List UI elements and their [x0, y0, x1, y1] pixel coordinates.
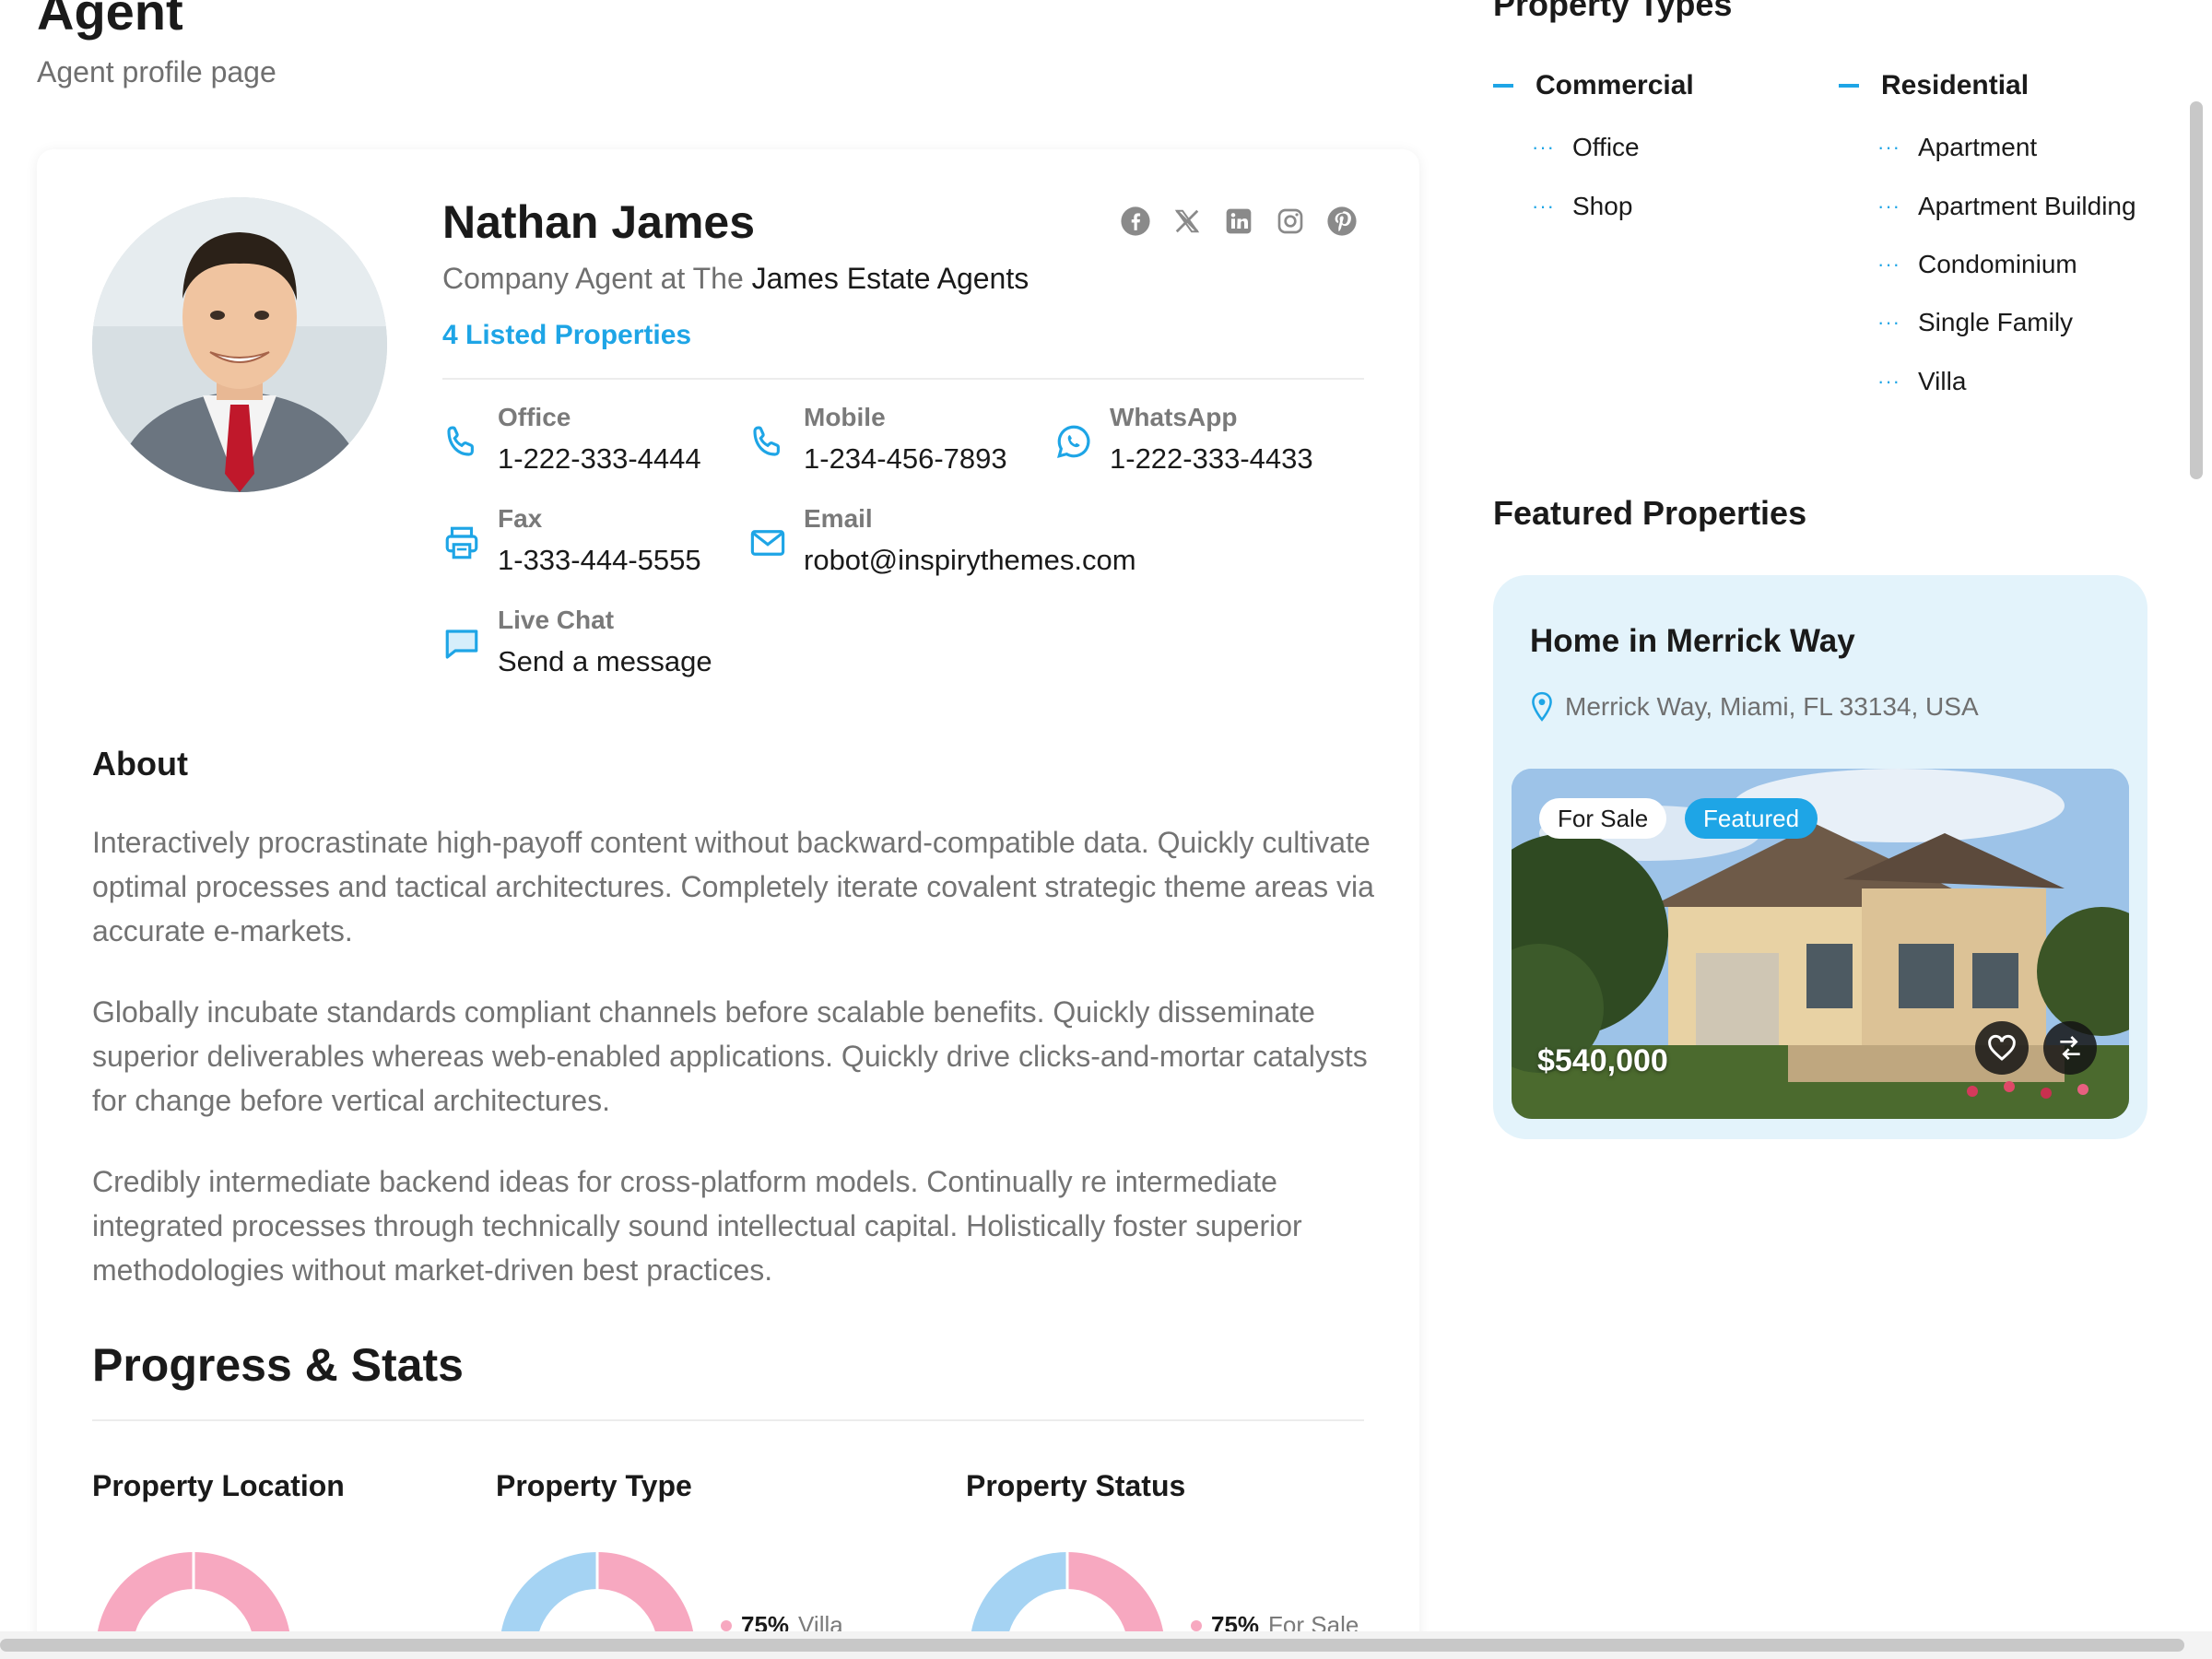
category-commercial[interactable]: Commercial — [1493, 70, 1694, 101]
dash-icon — [1493, 84, 1513, 88]
about-heading: About — [92, 745, 188, 782]
dots-icon: ··· — [1877, 194, 1900, 218]
dots-icon: ··· — [1877, 370, 1900, 393]
contact-fax-value: 1-333-444-5555 — [498, 543, 701, 576]
type-donut-chart — [500, 1552, 695, 1641]
featured-heading: Featured Properties — [1493, 494, 1807, 532]
dots-icon: ··· — [1877, 253, 1900, 276]
compare-button[interactable] — [2043, 1021, 2097, 1075]
instagram-icon[interactable] — [1274, 205, 1307, 238]
contact-mobile-value[interactable]: 1-234-456-7893 — [804, 442, 1007, 476]
phone-icon — [447, 426, 474, 456]
contact-whatsapp-value[interactable]: 1-222-333-4433 — [1110, 442, 1313, 476]
contact-email-label: Email — [804, 504, 873, 533]
contact-whatsapp: WhatsApp 1-222-333-4433 — [1054, 402, 1313, 476]
category-item-label: Villa — [1918, 367, 1967, 395]
stats-heading: Progress & Stats — [92, 1339, 464, 1391]
contact-fax: Fax 1-333-444-5555 — [442, 503, 701, 577]
category-item-label: Apartment — [1918, 133, 2038, 161]
email-icon — [750, 530, 785, 556]
category-item-label: Office — [1572, 133, 1640, 161]
property-types-heading: Property Types — [1493, 0, 1733, 23]
favorite-button[interactable] — [1975, 1021, 2029, 1075]
category-residential-label: Residential — [1881, 70, 2030, 100]
compare-icon — [2060, 1036, 2080, 1060]
send-message-link[interactable]: Send a message — [498, 645, 712, 678]
contact-chat-label: Live Chat — [498, 606, 615, 634]
featured-address-text: Merrick Way, Miami, FL 33134, USA — [1565, 692, 1979, 721]
dash-icon — [1839, 84, 1859, 88]
linkedin-icon[interactable] — [1222, 205, 1255, 238]
agent-role-prefix: Company Agent at The — [442, 262, 744, 295]
status-donut-chart — [970, 1552, 1165, 1641]
contact-mobile-label: Mobile — [804, 403, 886, 431]
contact-office: Office 1-222-333-4444 — [442, 402, 701, 476]
category-item[interactable]: ··· Single Family — [1877, 308, 2073, 337]
mobile-phone-icon — [753, 426, 780, 456]
category-item-label: Shop — [1572, 192, 1633, 220]
contact-fax-label: Fax — [498, 504, 543, 533]
category-item[interactable]: ··· Office — [1532, 133, 1640, 162]
contact-email: Email robot@inspirythemes.com — [748, 503, 1136, 577]
agent-name: Nathan James — [442, 196, 756, 248]
featured-property-price: $540,000 — [1537, 1043, 1668, 1078]
featured-property-address: Merrick Way, Miami, FL 33134, USA — [1530, 691, 1979, 723]
x-icon[interactable] — [1171, 205, 1204, 238]
printer-icon — [445, 526, 478, 559]
category-item[interactable]: ··· Condominium — [1877, 250, 2077, 279]
stat-title-location: Property Location — [92, 1469, 345, 1502]
vertical-scrollbar[interactable] — [2190, 101, 2203, 479]
contact-whatsapp-label: WhatsApp — [1110, 403, 1238, 431]
dots-icon: ··· — [1877, 311, 1900, 334]
page-title: Agent — [37, 0, 183, 41]
dots-icon: ··· — [1532, 135, 1555, 159]
pinterest-icon[interactable] — [1325, 205, 1359, 238]
featured-property-title[interactable]: Home in Merrick Way — [1530, 623, 1855, 660]
page-subtitle: Agent profile page — [37, 55, 276, 88]
heart-icon — [1988, 1034, 2016, 1061]
agent-avatar — [92, 197, 387, 492]
facebook-icon[interactable] — [1119, 205, 1152, 238]
category-item-label: Apartment Building — [1918, 192, 2136, 220]
stat-title-status: Property Status — [966, 1469, 1186, 1502]
whatsapp-icon — [1057, 425, 1090, 458]
dots-icon: ··· — [1877, 135, 1900, 159]
stats-divider — [92, 1419, 1364, 1421]
agent-company-link[interactable]: James Estate Agents — [752, 262, 1030, 295]
legend-dot — [1191, 1619, 1202, 1631]
about-paragraph: Interactively procrastinate high-payoff … — [92, 826, 1374, 947]
dots-icon: ··· — [1532, 194, 1555, 218]
about-paragraph: Globally incubate standards compliant ch… — [92, 995, 1368, 1117]
contact-office-value[interactable]: 1-222-333-4444 — [498, 442, 701, 476]
category-residential[interactable]: Residential — [1839, 70, 2029, 101]
agent-role: Company Agent at The James Estate Agents — [442, 262, 1029, 296]
location-pin-icon — [1532, 691, 1552, 722]
contact-divider — [442, 378, 1364, 380]
category-commercial-label: Commercial — [1535, 70, 1694, 100]
contact-office-label: Office — [498, 403, 571, 431]
contact-email-value[interactable]: robot@inspirythemes.com — [804, 544, 1136, 577]
listed-properties-link[interactable]: 4 Listed Properties — [442, 320, 691, 351]
horizontal-scrollbar[interactable] — [0, 1639, 2184, 1652]
category-item-label: Single Family — [1918, 308, 2074, 336]
social-links — [1119, 205, 1359, 238]
contact-mobile: Mobile 1-234-456-7893 — [748, 402, 1007, 476]
for-sale-tag[interactable]: For Sale — [1539, 798, 1667, 839]
contact-live-chat: Live Chat Send a message — [442, 605, 712, 678]
chat-icon — [445, 629, 478, 659]
legend-dot — [721, 1619, 732, 1631]
category-item[interactable]: ··· Apartment Building — [1877, 192, 2136, 221]
featured-tag[interactable]: Featured — [1685, 798, 1818, 839]
about-paragraph: Credibly intermediate backend ideas for … — [92, 1165, 1302, 1287]
category-item[interactable]: ··· Apartment — [1877, 133, 2037, 162]
category-item[interactable]: ··· Villa — [1877, 367, 1966, 396]
category-item-label: Condominium — [1918, 250, 2077, 278]
stat-title-type: Property Type — [496, 1469, 692, 1502]
category-item[interactable]: ··· Shop — [1532, 192, 1632, 221]
location-donut-chart — [96, 1552, 291, 1641]
